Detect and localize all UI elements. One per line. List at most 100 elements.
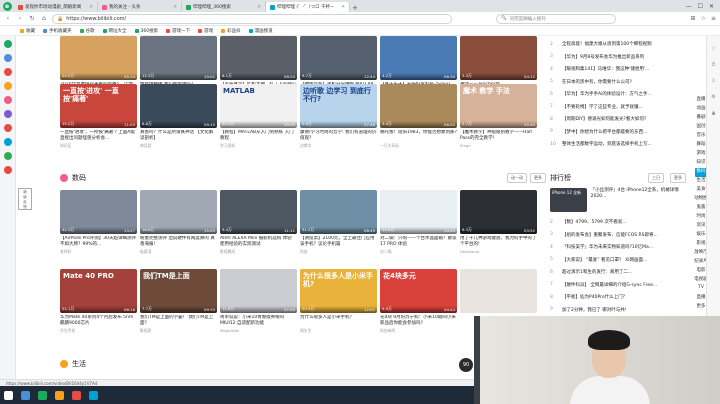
rank-featured-item[interactable]: iPhone 12 全新 「小丝测评」4台 iPhone12全系，机械详情 20…: [550, 188, 686, 212]
uploader-name[interactable]: 边缘学: [300, 143, 377, 149]
side-feedback-tab[interactable]: 新版反馈: [18, 188, 32, 210]
bookmark-item[interactable]: 网址大全: [102, 28, 127, 34]
rank-item[interactable]: 4 【暖视和集141】马唯华：我这种'储尝用'...: [550, 63, 686, 76]
sidebar-app-icon[interactable]: [3, 96, 12, 104]
uploader-name[interactable]: 影视飓风: [220, 249, 297, 255]
sidebar-app-icon[interactable]: [3, 166, 12, 174]
video-thumbnail[interactable]: 6.8万 09:15: [140, 84, 217, 128]
close-window-icon[interactable]: ✕: [709, 3, 714, 10]
video-thumbnail[interactable]: 3.9万 06:02: [380, 84, 457, 128]
video-thumbnail[interactable]: 花4块多元 9.9万 04:44: [380, 269, 457, 313]
nav-item[interactable]: 娱乐: [697, 231, 706, 240]
bookmark-item[interactable]: 彩品抖: [221, 28, 241, 34]
rank-item[interactable]: 3 【华为】9月8号发布会华为推出新品系列: [550, 51, 686, 64]
rank-item[interactable]: 2 【数】4799、5799 次不看就...: [550, 216, 686, 229]
rank-item[interactable]: 5 在日本的黑中有，你需要什么公司?: [550, 76, 686, 89]
nav-item[interactable]: 知识: [697, 159, 706, 168]
nav-item[interactable]: 美食: [697, 186, 706, 195]
video-thumbnail[interactable]: [460, 269, 537, 313]
refresh-dynamic-button[interactable]: 动一动: [507, 173, 527, 183]
bookmark-item[interactable]: 游戏一下: [166, 28, 190, 34]
home-icon[interactable]: ⌂: [40, 15, 48, 22]
video-title[interactable]: 一直按'进攻'，一所按'痛著'? 上面A能直接出问题怪兽分析会...: [60, 130, 137, 142]
url-field[interactable]: 🔒 https://www.bilibili.com/: [52, 13, 452, 24]
browser-logo[interactable]: e: [0, 0, 14, 12]
sidebar-app-icon[interactable]: [3, 82, 12, 90]
nav-item[interactable]: 资讯: [697, 222, 706, 231]
uploader-name[interactable]: Headlamp: [460, 249, 537, 254]
rank-item[interactable]: 10 整体生活都数字运动，到底该选择手机上写...: [550, 138, 686, 151]
sidebar-app-icon[interactable]: [3, 68, 12, 76]
new-tab-button[interactable]: +: [350, 4, 360, 12]
video-thumbnail[interactable]: 6.3万 03:52: [460, 190, 537, 234]
bookmark-item[interactable]: 游戏: [198, 28, 213, 34]
nav-item[interactable]: 数码: [694, 168, 706, 177]
nav-item[interactable]: 生活: [697, 177, 706, 186]
rank-more-button[interactable]: 更多: [670, 173, 686, 183]
uploader-name[interactable]: 老师好: [60, 249, 137, 255]
scroll-up-icon[interactable]: ▲: [712, 110, 716, 116]
video-title[interactable]: 【请投票】2100元，全上最佳门应用该手机？议论手机篇: [300, 236, 377, 248]
video-title[interactable]: 华为Mate 40系列4个月后发布 5nm麒麟9000芯片: [60, 315, 137, 327]
rank-item[interactable]: 8 【周期DIY】德涌光如何能发光?看大如何?: [550, 113, 686, 126]
taskbar-app-icon[interactable]: [72, 390, 81, 400]
tab-1[interactable]: 发现你市场动漫剧_萌娘新闻 ✕: [14, 2, 98, 12]
uploader-name[interactable]: 华为手机: [60, 328, 137, 334]
bookmark-item[interactable]: 手机收藏夹: [43, 28, 72, 34]
tab-4-active[interactable]: 哔哩哔哩 (゜-゜)つロ 干杯~ ✕: [266, 2, 350, 12]
nav-item[interactable]: 动物圈: [694, 195, 706, 204]
video-title[interactable]: 哪吒叛！屈阳1983，你能否想象到那?: [380, 130, 457, 142]
video-thumbnail[interactable]: 31.2万 08:49: [300, 190, 377, 234]
video-thumbnail[interactable]: 8.1万 08:20: [220, 36, 297, 80]
video-card[interactable]: 42.3万 13:27 【AirPods Pro评测】30天超详细测评不如大牌？99…: [60, 190, 137, 255]
video-title[interactable]: 对二锅：只购——个台水晶面箱？散谈17 PRO 体验: [380, 236, 457, 248]
video-thumbnail[interactable]: 9.4万 11:11: [220, 190, 297, 234]
video-card[interactable]: 魔术 教学 手法 2.7万 05:40 【魔术教学】神般级别教学——Half Pass…: [460, 84, 537, 149]
bookmark-item[interactable]: 360搜索: [134, 28, 158, 34]
video-thumbnail[interactable]: MATLAB 22.1万 45:00: [220, 84, 297, 128]
video-title[interactable]: 【魔术教学】神般级别教学——Half Pass的完全教学！: [460, 130, 537, 142]
sidebar-app-icon[interactable]: [3, 124, 12, 132]
sidebar-app-icon[interactable]: [3, 54, 12, 62]
rank-period-tab[interactable]: 三日: [648, 173, 664, 183]
nav-item[interactable]: 直播: [697, 294, 706, 303]
rank-item[interactable]: 8 【平板】仙为P40Pro什么上门？: [550, 291, 686, 304]
tab-close-icon[interactable]: ✕: [257, 5, 261, 10]
video-thumbnail[interactable]: 12.0万 10:20: [380, 190, 457, 234]
video-card[interactable]: 3.9万 06:02 哪吒叛！屈阳1983，你能否想象到那? 一只大耳朵: [380, 84, 457, 149]
tab-2[interactable]: 我的关注 - 头条 ✕: [98, 2, 182, 12]
rank-item[interactable]: 5 【大家说】 “最爱” 看见口罩？ 众网画面...: [550, 254, 686, 267]
video-card[interactable]: 为什么很多人是小米手机? 20.4万 12:01 为什么很多人是小米手机？ 闻头生: [300, 269, 377, 334]
uploader-name[interactable]: 科技新闻: [380, 328, 457, 334]
video-thumbnail[interactable]: 11.8万 07:05: [220, 269, 297, 313]
nav-item[interactable]: TV: [698, 285, 704, 294]
back-icon[interactable]: ‹: [4, 15, 12, 22]
uploader-name[interactable]: 对二锅: [380, 249, 457, 255]
video-thumbnail[interactable]: 魔术 教学 手法 2.7万 05:40: [460, 84, 537, 128]
video-thumbnail[interactable]: 24.5万 05:14: [60, 36, 137, 80]
video-thumbnail[interactable]: 为什么很多人是小米手机? 20.4万 12:01: [300, 269, 377, 313]
nav-item[interactable]: 时尚: [697, 213, 706, 222]
bookmark-item[interactable]: 收藏: [20, 28, 35, 34]
video-card[interactable]: 11.8万 07:05 简单说说：小米10青春版养眼吗 MIUI12 自适配新功能 M…: [220, 269, 297, 334]
download-icon[interactable]: ⇩: [711, 78, 715, 84]
video-thumbnail[interactable]: 边听歌 边学习 到底行不行? 5.6万 07:48: [300, 84, 377, 128]
nav-item[interactable]: 电影: [697, 267, 706, 276]
bookmark-item[interactable]: 漫画频道: [248, 28, 273, 34]
nav-item[interactable]: 直播: [697, 96, 706, 105]
video-card[interactable]: 我们TM是上面 7.7万 09:33 我们TM是上面的学霸！ 我们TM是上面? 影视君: [140, 269, 217, 334]
search-input[interactable]: 🔍 问完篮搁编入搜刊: [496, 13, 616, 24]
nav-item[interactable]: 番剧: [697, 114, 706, 123]
taskbar-app-icon[interactable]: [55, 390, 64, 400]
video-card[interactable]: 边听歌 边学习 到底行不行? 5.6万 07:48 康德/学习时尚的哲学: 我们有道理…: [300, 84, 377, 149]
rank-item[interactable]: 2 全程高能！福建大娘从恩到第100个蝉程视频: [550, 38, 686, 51]
video-card[interactable]: 花4块多元 9.9万 04:44 花4块 9月份苏宁购：小米10期间小米新品后你能会参…: [380, 269, 457, 334]
start-icon[interactable]: [4, 390, 13, 400]
maximize-icon[interactable]: ☐: [698, 3, 703, 10]
sidebar-app-icon[interactable]: [3, 40, 12, 48]
sidebar-app-icon[interactable]: [3, 138, 12, 146]
forward-icon[interactable]: ›: [16, 15, 24, 22]
tab-close-icon[interactable]: ✕: [341, 5, 345, 10]
taskbar-app-icon[interactable]: [38, 390, 47, 400]
nav-item[interactable]: 舞蹈: [697, 141, 706, 150]
